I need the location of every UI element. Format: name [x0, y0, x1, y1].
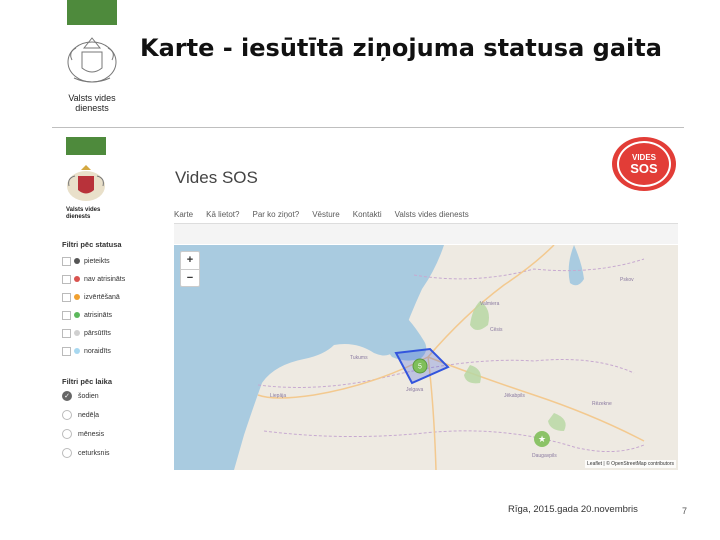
- time-label: šodien: [78, 392, 99, 400]
- map-label-tukums: Tukums: [350, 355, 368, 361]
- status-label: nav atrisināts: [84, 275, 126, 283]
- time-filter-menesis[interactable]: mēnesis: [62, 427, 104, 441]
- vides-sos-logo[interactable]: VIDES SOS: [612, 137, 676, 191]
- status-filter-parsutits[interactable]: pārsūtīts: [62, 326, 111, 340]
- green-header-bar: [67, 0, 117, 25]
- zoom-out-button[interactable]: −: [181, 270, 199, 287]
- status-label: pieteikts: [84, 257, 110, 265]
- nav-item-kontakti[interactable]: Kontakti: [353, 210, 382, 223]
- map-attribution[interactable]: Leaflet | © OpenStreetMap contributors: [585, 460, 676, 468]
- org-name-line1: Valsts vides: [68, 93, 116, 103]
- org-name-line2: dienests: [75, 103, 109, 113]
- time-label: nedēļa: [78, 411, 100, 419]
- time-filter-ceturksnis[interactable]: ceturksnis: [62, 446, 110, 460]
- nav-item-par-ko-zinot[interactable]: Par ko ziņot?: [252, 210, 299, 223]
- map-label-valmiera: Valmiera: [480, 301, 500, 307]
- time-filter-title: Filtri pēc laika: [62, 377, 113, 386]
- star-icon: ★: [538, 434, 546, 444]
- status-checkbox[interactable]: [62, 256, 71, 266]
- time-radio-selected[interactable]: [62, 391, 72, 401]
- status-filter-noraidits[interactable]: noraidīts: [62, 344, 111, 358]
- nav-item-vesture[interactable]: Vēsture: [312, 210, 340, 223]
- header-divider: [52, 127, 684, 128]
- time-radio[interactable]: [62, 410, 72, 420]
- zoom-in-button[interactable]: +: [181, 252, 199, 270]
- status-checkbox[interactable]: [62, 274, 71, 284]
- status-filter-title: Filtri pēc statusa: [62, 240, 122, 249]
- nav-underline-strip: [174, 224, 678, 244]
- map-label-jekabpils: Jēkabpils: [504, 393, 525, 399]
- footer-date: Rīga, 2015.gada 20.novembris: [508, 504, 638, 515]
- time-label: ceturksnis: [78, 449, 110, 457]
- status-dot-icon: [74, 312, 80, 318]
- status-checkbox[interactable]: [62, 346, 71, 356]
- time-radio[interactable]: [62, 448, 72, 458]
- map-label-pskov: Pskov: [620, 277, 634, 283]
- status-dot-icon: [74, 276, 80, 282]
- map-label-jelgava: Jelgava: [406, 387, 423, 393]
- status-filter-pieteikts[interactable]: pieteikts: [62, 254, 110, 268]
- status-label: atrisināts: [84, 311, 113, 319]
- time-radio[interactable]: [62, 429, 72, 439]
- cluster-count: 5: [418, 364, 422, 371]
- status-filter-nav-atrisinats[interactable]: nav atrisināts: [62, 272, 125, 286]
- status-filter-izvertesana[interactable]: izvērtēšanā: [62, 290, 120, 304]
- org-name: Valsts vides dienests: [58, 93, 126, 113]
- status-checkbox[interactable]: [62, 292, 71, 302]
- page-number: 7: [682, 506, 688, 516]
- app-title: Vides SOS: [175, 168, 258, 187]
- status-dot-icon: [74, 330, 80, 336]
- app-coat-of-arms-icon: [67, 165, 105, 201]
- status-dot-icon: [74, 294, 80, 300]
- app-org-name-line2: dienests: [66, 214, 91, 220]
- status-label: pārsūtīts: [84, 329, 111, 337]
- nav-item-karte[interactable]: Karte: [174, 210, 193, 223]
- nav-item-ka-lietot[interactable]: Kā lietot?: [206, 210, 239, 223]
- status-label: noraidīts: [84, 347, 111, 355]
- status-checkbox[interactable]: [62, 310, 71, 320]
- app-org-name: Valsts vides dienests: [66, 207, 100, 221]
- coat-of-arms-icon: [67, 37, 117, 83]
- time-label: mēnesis: [78, 430, 105, 438]
- nav-item-valsts-vides-dienests[interactable]: Valsts vides dienests: [395, 210, 469, 223]
- status-label: izvērtēšanā: [84, 293, 120, 301]
- map-label-cesis: Cēsis: [490, 327, 503, 333]
- map-label-liepaja: Liepāja: [270, 393, 286, 399]
- map-label-rezekne: Rēzekne: [592, 401, 612, 407]
- zoom-control: + −: [180, 251, 200, 287]
- app-org-name-line1: Valsts vides: [66, 207, 101, 213]
- lake-peipus: [568, 245, 584, 286]
- app-green-bar: [66, 137, 106, 155]
- map-canvas: 5 ★ Pskov Jelgava Jēkabpils Liepāja Daug…: [174, 245, 645, 470]
- time-filter-sodien[interactable]: šodien: [62, 389, 99, 403]
- map-view[interactable]: 5 ★ Pskov Jelgava Jēkabpils Liepāja Daug…: [174, 245, 678, 470]
- slide-title: Karte - iesūtītā ziņojuma statusa gaita: [140, 34, 662, 62]
- status-filter-atrisinats[interactable]: atrisināts: [62, 308, 112, 322]
- status-dot-icon: [74, 348, 80, 354]
- time-filter-nedela[interactable]: nedēļa: [62, 408, 99, 422]
- status-checkbox[interactable]: [62, 328, 71, 338]
- main-nav: Karte Kā lietot? Par ko ziņot? Vēsture K…: [174, 210, 678, 224]
- logo-text-sos: SOS: [630, 161, 658, 176]
- map-label-daugavpils: Daugavpils: [532, 453, 557, 459]
- status-dot-icon: [74, 258, 80, 264]
